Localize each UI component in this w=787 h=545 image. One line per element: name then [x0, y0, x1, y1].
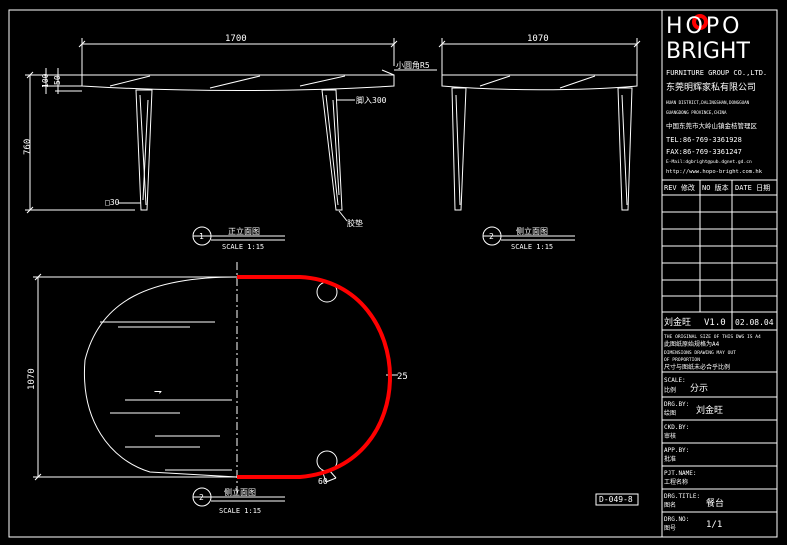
- front-view-text: 1700 100 50 760 □30 小圆角R5 脚入300 胶垫 1 正立面…: [23, 34, 430, 251]
- company-info: FURNITURE GROUP CO.,LTD. 东莞明辉家私有限公司 HUAN…: [666, 69, 767, 175]
- number-label-en: DRG.NO:: [664, 516, 689, 523]
- rev-header-no: NO 版本: [702, 183, 729, 192]
- drawing-sheet: 1700 100 50 760 □30 小圆角R5 脚入300 胶垫 1 正立面…: [8, 9, 778, 538]
- front-inset-note: 脚入300: [356, 95, 387, 105]
- drawn-by-label-cn: 绘图: [664, 409, 676, 417]
- side-width-dim: 1070: [527, 34, 549, 44]
- address-en-1: HUAN DISTRICT,DALINGSHAN,DONGGUAN: [666, 100, 750, 105]
- number-value: 1/1: [706, 520, 722, 530]
- drawn-by-label-en: DRG.BY:: [664, 401, 689, 408]
- front-foot-note: 胶垫: [347, 218, 363, 228]
- note-line-4: OF PROPORTION: [664, 357, 700, 363]
- scale-label-cn: 比例: [664, 386, 676, 394]
- front-view-scale: SCALE 1:15: [222, 243, 264, 251]
- address-en-2: GUANGDONG PROVINCE,CHINA: [666, 110, 727, 115]
- side-view-scale: SCALE 1:15: [511, 243, 553, 251]
- side-tabletop: [441, 74, 638, 91]
- front-view-number: 1: [199, 232, 204, 241]
- revision-date: 02.08.04: [735, 318, 774, 327]
- side-view-title: 侧立面图: [516, 226, 548, 236]
- side-view-number: 2: [489, 232, 494, 241]
- drawn-by-value: 刘金旺: [696, 404, 723, 416]
- note-line-1: THE ORIGINAL SIZE OF THIS DWG IS A4: [664, 334, 761, 340]
- fax: FAX:86-769-3361247: [666, 148, 742, 156]
- title-label-en: DRG.TITLE:: [664, 493, 700, 500]
- website: http://www.hopo-bright.com.hk: [666, 169, 763, 175]
- title-label-cn: 图名: [664, 501, 676, 509]
- email: E-Mail:dgbright@pub.dgnet.gd.cn: [666, 159, 752, 165]
- plan-direction-mark: ⇁: [154, 384, 162, 399]
- checked-by-label-cn: 审核: [664, 432, 676, 440]
- title-fields: SCALE: 比例 分示 DRG.BY: 绘图 刘金旺 CKD.BY: 审核 A…: [664, 377, 724, 532]
- side-leg-right: [617, 87, 633, 211]
- number-label-cn: 图号: [664, 525, 676, 532]
- logo-top: HOPO: [666, 14, 742, 39]
- front-tabletop: [81, 74, 395, 91]
- plan-right-outline-highlight: [237, 275, 393, 479]
- note-line-5: 尺寸与图纸未必合乎比例: [664, 363, 730, 371]
- plan-depth-dim: 1070: [27, 368, 37, 390]
- approved-by-label-cn: 批准: [664, 455, 676, 463]
- note-line-2: 此图纸原始规格为A4: [664, 340, 720, 348]
- tel: TEL:86-769-3361928: [666, 136, 742, 144]
- note-line-3: DIMENSIONS DRAWING MAY OUT: [664, 350, 736, 356]
- front-leg-dim: □30: [105, 198, 120, 207]
- front-view: [25, 38, 437, 246]
- project-label-en: PJT.NAME:: [664, 470, 697, 477]
- approved-by-label-en: APP.BY:: [664, 447, 689, 454]
- company-name-en: FURNITURE GROUP CO.,LTD.: [666, 69, 767, 77]
- project-label-cn: 工程名称: [664, 478, 688, 486]
- address-cn: 中国东莞市大岭山镇金桔管理区: [666, 121, 758, 130]
- front-top-dim: 100: [41, 73, 50, 88]
- front-length-dim: 1700: [225, 34, 247, 44]
- side-leg-left: [451, 87, 467, 211]
- plan-view-scale: SCALE 1:15: [219, 507, 261, 515]
- rev-header-date: DATE 日期: [735, 184, 770, 192]
- plan-view-text: 1070 25 60 ⇁ 2 侧立面图 SCALE 1:15: [27, 368, 408, 515]
- plan-view-title: 侧立面图: [224, 487, 256, 497]
- logo-bottom: BRIGHT: [666, 39, 750, 64]
- sheet-code: D-049-8: [599, 495, 633, 504]
- company-name-cn: 东莞明辉家私有限公司: [666, 81, 756, 93]
- side-view-text: 1070 2 侧立面图 SCALE 1:15: [489, 34, 553, 251]
- plan-view: [33, 262, 398, 507]
- version: V1.0: [704, 318, 726, 328]
- title-value: 餐台: [706, 497, 724, 509]
- plan-view-number: 2: [199, 493, 204, 502]
- front-leg-left: [135, 89, 153, 211]
- revision-table: REV 修改 NO 版本 DATE 日期 刘金旺 V1.0 02.08.04: [664, 183, 774, 328]
- plan-radius-dim: 25: [397, 372, 408, 382]
- rev-header-rev: REV 修改: [664, 183, 695, 192]
- scale-label-en: SCALE:: [664, 377, 686, 384]
- front-height-dim: 760: [23, 139, 33, 155]
- checked-by-label-en: CKD.BY:: [664, 424, 689, 431]
- scale-value: 分示: [690, 383, 708, 394]
- front-corner-note: 小圆角R5: [396, 60, 430, 70]
- front-edge-dim: 50: [53, 75, 62, 85]
- drawing-notes: THE ORIGINAL SIZE OF THIS DWG IS A4 此图纸原…: [664, 334, 761, 371]
- plan-hole-dim: 60: [318, 477, 328, 486]
- front-view-title: 正立面图: [228, 226, 260, 236]
- side-view: [438, 38, 641, 246]
- designer-name: 刘金旺: [664, 316, 691, 328]
